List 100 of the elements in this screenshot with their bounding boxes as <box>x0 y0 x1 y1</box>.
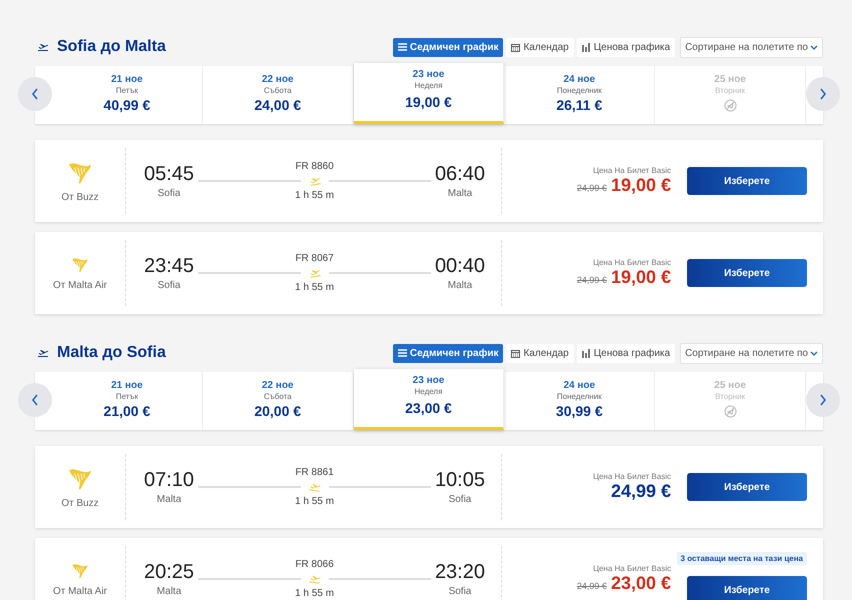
date-price: 26,11 € <box>556 97 602 113</box>
weekday-label: Петък <box>116 392 138 401</box>
bar-chart-icon <box>582 348 591 358</box>
date-price: 24,00 € <box>254 97 302 113</box>
date-label: 23 ное <box>412 375 444 386</box>
date-cell[interactable]: 21 ное Петък 21,00 € <box>52 372 203 430</box>
view-tab[interactable]: Календар <box>506 38 574 56</box>
airline-name: От Buzz <box>61 192 99 202</box>
airline-name: От Malta Air <box>52 280 108 290</box>
date-label: 22 ное <box>262 380 294 391</box>
select-button[interactable]: Изберете <box>687 473 807 501</box>
chevron-down-icon <box>810 350 818 356</box>
date-price: 40,99 € <box>104 97 150 113</box>
harp-logo-icon <box>71 256 89 274</box>
fare-price: 19,00 € <box>610 175 671 196</box>
previous-button[interactable] <box>18 383 52 417</box>
chevron-left-icon <box>31 394 39 406</box>
no-flights-icon <box>724 99 737 112</box>
date-cell[interactable]: 24 ное Понеделник 30,99 € <box>504 372 656 430</box>
date-label: 22 ное <box>262 74 294 85</box>
sort-dropdown[interactable]: Сортиране на полетите по <box>680 342 823 364</box>
previous-button[interactable] <box>18 77 52 111</box>
departure-time: 20:25 <box>144 561 194 584</box>
flight-duration: 1 h 55 m <box>295 588 334 599</box>
next-button[interactable] <box>806 383 840 417</box>
select-button[interactable]: Изберете <box>687 576 807 600</box>
date-label: 24 ное <box>563 74 596 85</box>
weekday-label: Вторник <box>715 86 746 95</box>
flight-number: FR 8861 <box>295 467 334 478</box>
date-price: 23,00 € <box>405 400 452 416</box>
harp-logo-icon <box>71 562 89 580</box>
date-price: 30,99 € <box>556 403 603 419</box>
view-tab[interactable]: Ценова графика <box>576 344 676 362</box>
weekday-label: Неделя <box>414 387 442 396</box>
view-tab[interactable]: Ценова графика <box>576 38 676 56</box>
flight-number: FR 8066 <box>295 559 334 570</box>
fare-label: Цена На Билет Basic <box>593 472 671 481</box>
date-label: 23 ное <box>412 69 444 80</box>
weekday-label: Понеделник <box>556 392 602 401</box>
sort-dropdown[interactable]: Сортиране на полетите по <box>680 36 823 58</box>
weekday-label: Неделя <box>414 81 442 90</box>
fare-label: Цена На Билет Basic <box>593 166 671 175</box>
date-cell[interactable]: 23 ное Неделя 19,00 € <box>354 63 504 124</box>
view-tab[interactable]: Календар <box>506 344 574 362</box>
date-cell[interactable]: 24 ное Понеделник 26,11 € <box>504 66 656 124</box>
plane-icon <box>35 347 51 359</box>
old-price: 24,99 € <box>576 183 607 193</box>
fare-label: Цена На Билет Basic <box>593 258 671 267</box>
weekday-label: Петък <box>116 86 138 95</box>
old-price: 24,99 € <box>576 581 607 591</box>
arrival-time: 23:20 <box>434 561 485 584</box>
flight-duration: 1 h 55 m <box>295 496 334 507</box>
departure-time: 23:45 <box>144 255 194 278</box>
date-label: 21 ное <box>111 380 143 391</box>
next-button[interactable] <box>806 77 840 111</box>
date-label: 25 ное <box>714 74 746 85</box>
flight-duration: 1 h 55 m <box>295 190 334 201</box>
fare-price: 23,00 € <box>610 573 671 594</box>
calendar-icon <box>511 42 520 52</box>
departure-city: Sofia <box>158 280 180 291</box>
weekday-label: Вторник <box>715 392 746 401</box>
old-price: 24,99 € <box>576 275 607 285</box>
view-tab[interactable]: Седмичен график <box>392 344 504 362</box>
menu-icon <box>398 349 407 357</box>
arrival-city: Malta <box>448 280 472 291</box>
arrival-city: Malta <box>448 188 472 199</box>
select-button[interactable]: Изберете <box>687 167 807 195</box>
plane-icon <box>35 41 51 53</box>
departure-time: 07:10 <box>144 469 194 492</box>
departure-city: Malta <box>156 586 182 597</box>
weekday-label: Събота <box>264 392 292 401</box>
calendar-icon <box>511 348 520 358</box>
date-price: 21,00 € <box>104 403 150 419</box>
route-title: Malta до Sofia <box>57 344 167 362</box>
arrival-time: 00:40 <box>434 255 485 278</box>
date-price: 20,00 € <box>254 403 302 419</box>
seats-left-badge: 3 оставащи места на тази цена <box>676 552 807 565</box>
date-label: 21 ное <box>111 74 143 85</box>
fare-price: 19,00 € <box>610 267 671 288</box>
flight-number: FR 8860 <box>295 161 334 172</box>
arrival-time: 06:40 <box>434 163 485 186</box>
departure-city: Sofia <box>158 188 180 199</box>
chevron-down-icon <box>810 44 818 50</box>
chevron-right-icon <box>819 88 827 100</box>
arrival-time: 10:05 <box>434 469 485 492</box>
arrival-city: Sofia <box>448 586 472 597</box>
view-tab[interactable]: Седмичен график <box>392 38 504 56</box>
no-flights-icon <box>724 405 737 418</box>
date-cell[interactable]: 21 ное Петък 40,99 € <box>52 66 203 124</box>
chevron-left-icon <box>31 88 39 100</box>
fare-label: Цена На Билет Basic <box>593 564 671 573</box>
date-cell[interactable]: 23 ное Неделя 23,00 € <box>354 369 504 430</box>
departure-city: Malta <box>156 494 182 505</box>
date-price: 19,00 € <box>405 94 452 110</box>
select-button[interactable]: Изберете <box>687 259 807 287</box>
departure-time: 05:45 <box>144 163 194 186</box>
chevron-right-icon <box>819 394 827 406</box>
flight-number: FR 8067 <box>295 253 334 264</box>
date-label: 25 ное <box>714 380 746 391</box>
menu-icon <box>398 43 407 51</box>
